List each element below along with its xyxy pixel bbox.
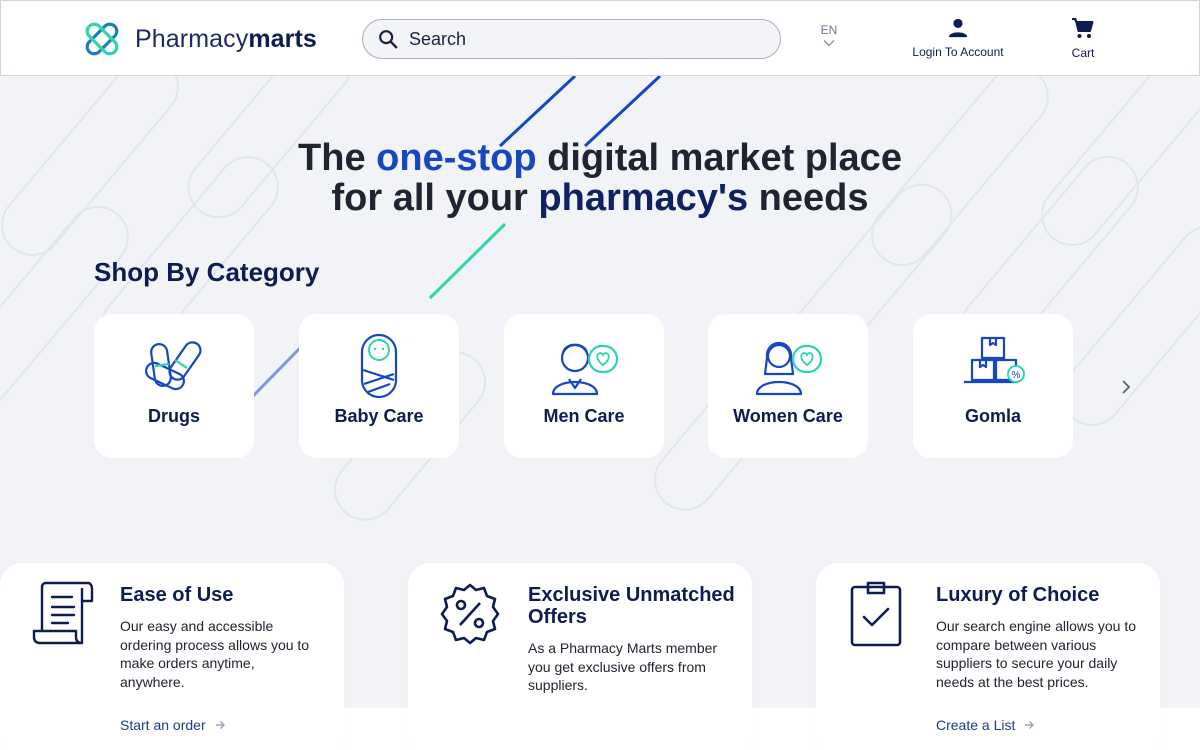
category-label: Women Care (733, 406, 843, 426)
language-code: EN (820, 23, 838, 37)
feature-card-luxury-of-choice: Luxury of Choice Our search engine allow… (816, 563, 1160, 750)
category-card-women-care[interactable]: Women Care (708, 314, 868, 458)
link-label: Create a List (936, 717, 1016, 733)
logo-text: Pharmacymarts (135, 25, 317, 54)
login-button[interactable]: Login To Account (901, 17, 1015, 59)
pills-icon (145, 341, 202, 391)
man-icon (551, 343, 619, 396)
language-selector[interactable]: EN (813, 23, 845, 47)
hero-headline: The one-stop digital market place for al… (200, 138, 1000, 218)
search-icon (379, 30, 398, 49)
user-icon (948, 18, 968, 38)
category-label: Men Care (543, 406, 625, 426)
hero-highlight-pharmacy: pharmacy's (538, 177, 749, 219)
top-header: Pharmacymarts EN Login To Account Cart (0, 0, 1200, 76)
shop-by-category-title: Shop By Category (94, 257, 320, 287)
cart-button[interactable]: Cart (1063, 16, 1103, 60)
site-logo[interactable]: Pharmacymarts (81, 18, 321, 60)
feature-card-ease-of-use: Ease of Use Our easy and accessible orde… (0, 563, 344, 750)
create-list-link[interactable]: Create a List (936, 717, 1035, 733)
start-order-link[interactable]: Start an order (120, 717, 226, 733)
hero-line1: The one-stop digital market place (298, 137, 902, 179)
search-bar[interactable] (362, 19, 781, 59)
cart-icon (1072, 18, 1094, 38)
scroll-icon (32, 581, 94, 645)
logo-text-light: Pharmacy (135, 24, 249, 53)
percent-badge-icon (440, 583, 500, 645)
link-label: Start an order (120, 717, 206, 733)
arrow-right-icon (215, 721, 225, 729)
category-card-men-care[interactable]: Men Care (504, 314, 664, 458)
category-card-drugs[interactable]: Drugs (94, 314, 254, 458)
feature-title: Ease of Use (120, 584, 234, 606)
hero-text: digital market place (536, 137, 902, 179)
feature-card-exclusive-offers: Exclusive Unmatched Offers As a Pharmacy… (408, 563, 752, 750)
clipboard-check-icon (850, 581, 902, 647)
cart-label: Cart (1071, 46, 1095, 60)
boxes-icon: % (964, 336, 1025, 384)
category-card-gomla[interactable]: % Gomla (913, 314, 1073, 458)
category-card-baby-care[interactable]: Baby Care (299, 314, 459, 458)
search-input[interactable] (409, 28, 749, 50)
chevron-down-icon (823, 40, 835, 47)
logo-mark-icon (85, 22, 119, 56)
hero-highlight-one-stop: one-stop (376, 137, 537, 179)
svg-text:%: % (1012, 370, 1021, 381)
hero-text: for all your (331, 177, 539, 219)
woman-icon (755, 342, 823, 396)
feature-description: Our easy and accessible ordering process… (120, 618, 310, 690)
hero-text: needs (748, 177, 869, 219)
feature-description: Our search engine allows you to compare … (936, 618, 1136, 690)
feature-title: Exclusive Unmatched Offers (528, 584, 735, 628)
chevron-right-icon[interactable] (1117, 377, 1135, 397)
login-label: Login To Account (912, 45, 1004, 59)
hero-line2: for all your pharmacy's needs (331, 177, 868, 219)
category-label: Baby Care (334, 406, 424, 426)
hero-text: The (298, 137, 377, 179)
baby-icon (360, 334, 398, 398)
category-label: Gomla (964, 406, 1021, 426)
feature-title: Luxury of Choice (936, 584, 1100, 606)
arrow-right-icon (1025, 721, 1035, 729)
logo-text-bold: marts (248, 24, 317, 53)
category-label: Drugs (147, 406, 200, 426)
feature-description: As a Pharmacy Marts member you get exclu… (528, 640, 718, 693)
